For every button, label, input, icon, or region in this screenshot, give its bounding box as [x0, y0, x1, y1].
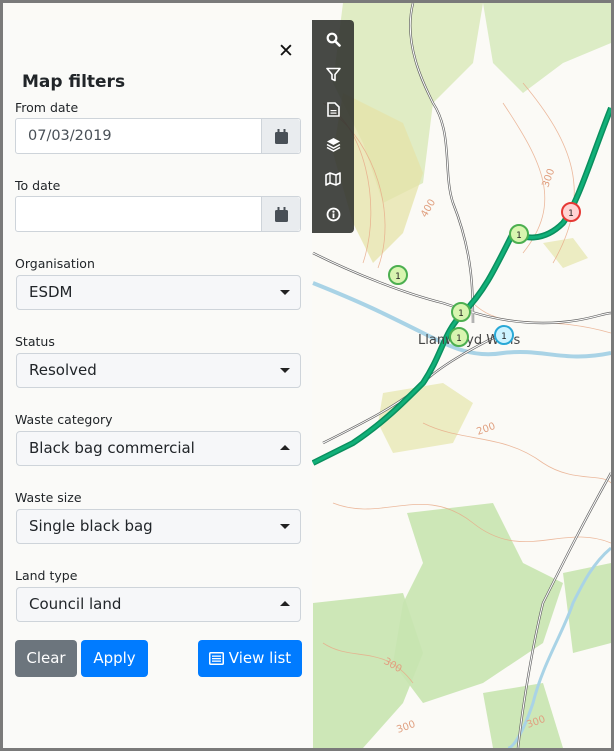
info-button[interactable]	[322, 203, 344, 225]
status-label: Status	[15, 334, 55, 349]
filter-icon	[325, 67, 341, 81]
waste-category-select[interactable]: Black bag commercial	[16, 431, 301, 466]
search-icon	[326, 32, 341, 47]
chevron-up-icon	[280, 445, 290, 450]
document-button[interactable]	[322, 98, 344, 120]
view-list-button[interactable]: View list	[198, 640, 302, 677]
view-list-label: View list	[228, 649, 292, 667]
apply-button[interactable]: Apply	[81, 640, 148, 677]
to-date-label: To date	[15, 178, 61, 193]
from-date-field[interactable]: 07/03/2019	[15, 118, 301, 154]
chevron-down-icon	[280, 368, 290, 373]
land-type-value: Council land	[29, 595, 122, 613]
organisation-select[interactable]: ESDM	[16, 275, 301, 310]
waste-category-value: Black bag commercial	[29, 439, 195, 457]
filter-button[interactable]	[322, 63, 344, 85]
svg-text:1: 1	[516, 231, 522, 241]
layers-icon	[326, 137, 340, 152]
calendar-icon	[274, 206, 288, 222]
svg-text:1: 1	[501, 332, 507, 342]
chevron-down-icon	[280, 524, 290, 529]
filter-panel: Map filters ✕ From date 07/03/2019 To da…	[3, 20, 312, 748]
waste-size-label: Waste size	[15, 490, 82, 505]
to-date-calendar-button[interactable]	[261, 197, 300, 231]
chevron-down-icon	[280, 290, 290, 295]
calendar-icon	[274, 128, 288, 144]
marker-green[interactable]: 1	[449, 327, 469, 347]
document-icon	[326, 101, 340, 117]
list-icon	[208, 652, 224, 665]
svg-text:1: 1	[395, 272, 401, 282]
to-date-field[interactable]	[15, 196, 301, 232]
search-button[interactable]	[322, 28, 344, 50]
organisation-value: ESDM	[29, 283, 73, 301]
waste-category-label: Waste category	[15, 412, 113, 427]
from-date-calendar-button[interactable]	[261, 119, 300, 153]
app-frame: 400 300 200 300 300 300 Llanwrtyd Wells …	[3, 3, 611, 748]
status-select[interactable]: Resolved	[16, 353, 301, 388]
organisation-label: Organisation	[15, 256, 95, 271]
svg-text:1: 1	[568, 209, 574, 219]
marker-green[interactable]: 1	[509, 224, 529, 244]
waste-size-select[interactable]: Single black bag	[16, 509, 301, 544]
layers-button[interactable]	[322, 133, 344, 155]
map-toolbar	[312, 20, 354, 233]
svg-text:1: 1	[458, 309, 464, 319]
marker-green[interactable]: 1	[451, 302, 471, 322]
land-type-select[interactable]: Council land	[16, 587, 301, 622]
from-date-input[interactable]: 07/03/2019	[16, 119, 261, 153]
info-icon	[326, 207, 340, 221]
to-date-input[interactable]	[16, 197, 261, 231]
svg-text:1: 1	[456, 334, 462, 344]
chevron-up-icon	[280, 601, 290, 606]
land-type-label: Land type	[15, 568, 78, 583]
marker-red[interactable]: 1	[561, 202, 581, 222]
from-date-label: From date	[15, 100, 79, 115]
clear-button[interactable]: Clear	[15, 640, 77, 677]
waste-size-value: Single black bag	[29, 517, 153, 535]
panel-title: Map filters	[22, 72, 126, 92]
marker-green[interactable]: 1	[388, 265, 408, 285]
marker-blue[interactable]: 1	[494, 325, 514, 345]
map-button[interactable]	[322, 168, 344, 190]
map-icon	[325, 172, 341, 186]
status-value: Resolved	[29, 361, 97, 379]
close-icon[interactable]: ✕	[278, 42, 294, 61]
